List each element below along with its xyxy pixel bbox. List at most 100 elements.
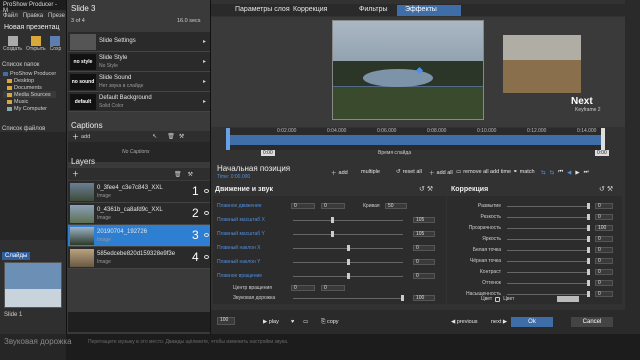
slide-title: Slide 3 — [71, 4, 96, 13]
zoom-x-input[interactable]: 105 — [413, 217, 435, 223]
tree-item[interactable]: ProShow Producer — [3, 70, 56, 77]
rotation-center-x[interactable]: 0 — [291, 285, 315, 291]
monitor-icon[interactable]: ▭ — [303, 319, 308, 325]
files-list[interactable] — [0, 132, 66, 240]
tree-item[interactable]: Media Sources — [3, 91, 57, 98]
last-keyframe-icon[interactable]: ⏭ — [584, 169, 589, 176]
previous-button[interactable]: ◀ previous — [451, 319, 478, 325]
add-time-button[interactable]: add time — [490, 169, 511, 175]
play-button[interactable]: ▶ play — [263, 319, 279, 325]
zoom-y-input[interactable]: 105 — [413, 231, 435, 237]
reset-icon[interactable]: ↺ — [419, 186, 425, 193]
sound-thumbnail: no sound — [70, 74, 96, 90]
tree-item[interactable]: Music — [3, 98, 56, 105]
zoom-input[interactable]: 100 — [217, 317, 235, 325]
rotation-input[interactable]: 0 — [413, 273, 435, 279]
color-checkbox[interactable] — [495, 296, 501, 302]
eye-icon[interactable] — [204, 255, 209, 259]
app-title: ProShow Producer - M — [0, 0, 66, 14]
layer-row[interactable]: 585edcebe820d159328e9f3e Image 4 — [68, 247, 210, 269]
eye-icon[interactable] — [204, 233, 209, 237]
tilt-x-input[interactable]: 0 — [413, 245, 435, 251]
slide-settings-row[interactable]: Slide Settings ▸ — [68, 32, 210, 52]
settings-icon[interactable]: ⚒ — [607, 186, 613, 193]
slide-thumbnail[interactable] — [4, 262, 62, 308]
plus-icon[interactable]: ＋ — [72, 169, 79, 179]
eye-icon[interactable] — [204, 189, 209, 193]
motion-row: Плавное движение 0 0 Кривая 50 — [213, 202, 446, 211]
eye-icon[interactable] — [204, 211, 209, 215]
preview-next[interactable] — [503, 35, 581, 93]
reset-icon[interactable]: ↺ — [599, 186, 605, 193]
reset-all-button[interactable]: ↺ reset all — [396, 169, 422, 175]
background-thumbnail: default — [70, 94, 96, 110]
prev-keyframe-icon[interactable]: ◀ — [567, 170, 571, 176]
menu-show[interactable]: Презе — [48, 13, 65, 19]
remove-all-button[interactable]: ▭ remove all — [456, 169, 489, 175]
motion-row: Плавный масштаб X 105 — [213, 216, 446, 225]
layer-row-selected[interactable]: 20190704_192726 Image 3 — [68, 225, 210, 247]
pan-y-input[interactable]: 0 — [321, 203, 345, 209]
timeline-label: Время слайда — [378, 150, 412, 156]
copy-button[interactable]: ⎘ copy — [321, 319, 339, 326]
tab-filters[interactable]: Фильтры — [351, 5, 396, 16]
add-keyframe-button[interactable]: ＋ add — [331, 169, 348, 177]
link-icon[interactable]: ⇆ — [550, 170, 555, 176]
menu-file[interactable]: Файл — [3, 13, 18, 19]
curve-input[interactable]: 50 — [385, 203, 407, 209]
create-button[interactable]: Создать — [3, 36, 22, 52]
minus-icon: ▭ — [456, 169, 462, 175]
first-keyframe-icon[interactable]: ⏮ — [558, 169, 563, 176]
link-icon[interactable]: ⇆ — [541, 170, 546, 176]
correction-row: Прозрачность 100 — [447, 224, 622, 233]
save-button[interactable]: Сохр — [50, 36, 61, 52]
audio-track-hint: Перетащите музыку в это место. Дважды щё… — [88, 339, 289, 345]
background-row[interactable]: default Default Background Solid Color ▸ — [68, 92, 210, 112]
tree-item[interactable]: My Computer — [3, 105, 56, 112]
next-button[interactable]: next ▶ — [491, 319, 507, 325]
keyframe-1-marker[interactable] — [226, 128, 230, 150]
keyframe-timeline[interactable]: 0:02.000 0:04.000 0:06.000 0:08.000 0:10… — [226, 128, 605, 150]
settings-icon[interactable]: ⚒ — [188, 171, 193, 178]
timeline-start: 0:00 — [261, 150, 275, 156]
main-window: ProShow Producer - M Файл Правка Презе Н… — [0, 0, 66, 360]
chevron-right-icon: ▸ — [202, 59, 206, 65]
rotation-center-y[interactable]: 0 — [321, 285, 345, 291]
tab-slides[interactable]: Слайды — [2, 252, 30, 260]
match-button[interactable]: ⚭ match — [513, 169, 535, 175]
plus-icon[interactable]: ＋ — [72, 132, 79, 142]
ok-button[interactable]: Ok — [511, 317, 553, 327]
color-swatch[interactable] — [557, 296, 580, 302]
layer-row[interactable]: 0_3fee4_c3e7c843_XXL Image 1 — [68, 181, 210, 203]
next-keyframe-icon[interactable]: ▶ — [575, 170, 579, 176]
open-button[interactable]: Открыть — [26, 36, 46, 52]
tree-item[interactable]: Desktop — [3, 77, 56, 84]
slide-style-row[interactable]: no style Slide Style No Style ▸ — [68, 52, 210, 72]
audio-volume-input[interactable]: 100 — [413, 295, 435, 301]
heart-icon[interactable]: ♥ — [291, 319, 294, 325]
preview-start[interactable] — [332, 20, 484, 120]
cancel-button[interactable]: Cancel — [571, 317, 613, 327]
tab-effects[interactable]: Эффекты — [397, 5, 461, 16]
tilt-y-input[interactable]: 0 — [413, 259, 435, 265]
slide-sound-row[interactable]: no sound Slide Sound Нет звука в слайде … — [68, 72, 210, 92]
layer-row[interactable]: 0_4361b_ca8afd9c_XXL Image 2 — [68, 203, 210, 225]
trash-icon[interactable]: 🗑 — [167, 133, 175, 140]
layer-thumbnail — [70, 205, 94, 223]
pan-x-input[interactable]: 0 — [291, 203, 315, 209]
tree-item[interactable]: Documents — [3, 84, 56, 91]
keyframe-2-marker[interactable] — [601, 128, 605, 150]
main-toolbar: Создать Открыть Сохр — [3, 36, 61, 52]
audio-track-bar[interactable] — [0, 334, 640, 360]
position-time: Time: 0:00.000 — [217, 174, 251, 180]
multiple-button[interactable]: multiple — [361, 169, 380, 175]
add-caption-button[interactable]: add — [81, 134, 90, 140]
menu-edit[interactable]: Правка — [23, 13, 43, 19]
tab-correction[interactable]: Коррекция — [285, 5, 335, 16]
settings-icon[interactable]: ⚒ — [427, 186, 433, 193]
color-label: Цвет — [481, 296, 493, 302]
layer-thumbnail — [70, 227, 94, 245]
settings-icon[interactable]: ⚒ — [179, 133, 184, 140]
trash-icon[interactable]: 🗑 — [174, 171, 182, 178]
add-all-button[interactable]: ＋ add all — [429, 169, 453, 177]
